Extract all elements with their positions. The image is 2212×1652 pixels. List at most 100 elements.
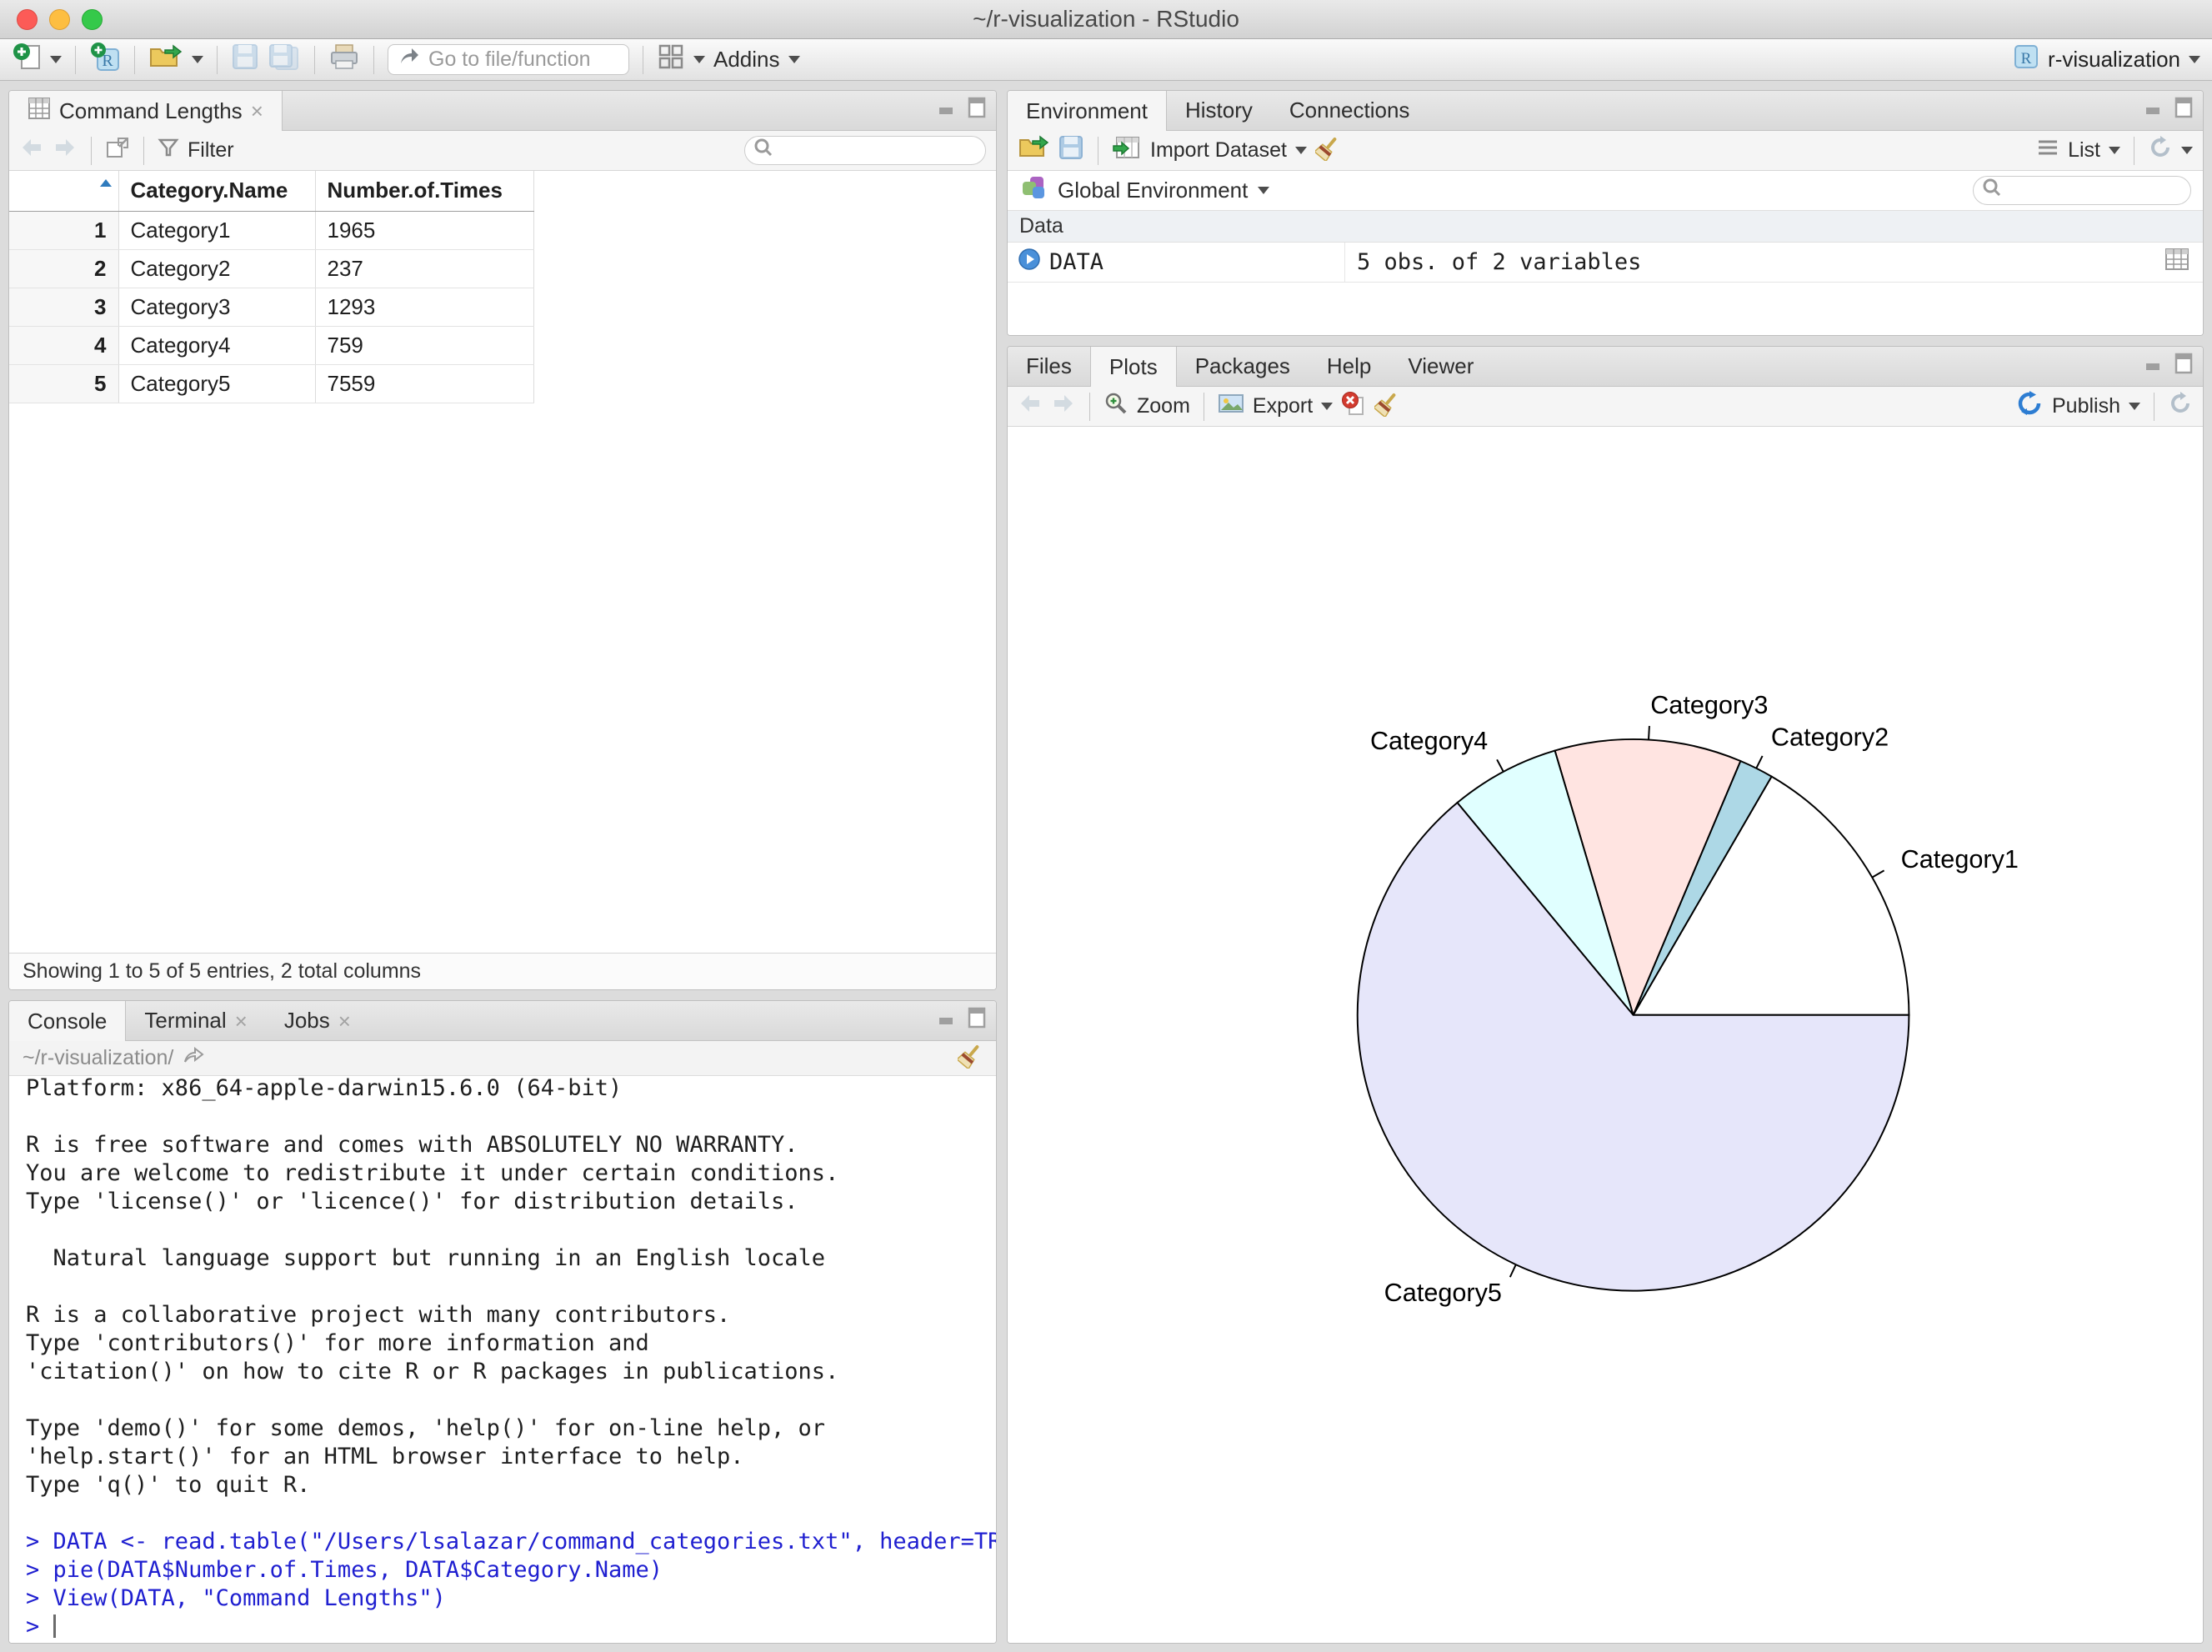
goto-file-input[interactable]: [428, 48, 612, 72]
forward-icon[interactable]: [53, 137, 78, 164]
environment-data-section-header: Data: [1008, 211, 2203, 243]
table-search-input[interactable]: [780, 138, 963, 163]
goto-file-search[interactable]: [388, 44, 629, 75]
console-output[interactable]: Platform: x86_64-apple-darwin15.6.0 (64-…: [9, 1076, 996, 1643]
zoom-plot-icon[interactable]: [1103, 391, 1129, 422]
environment-search-box[interactable]: [1973, 176, 2192, 205]
table-row[interactable]: 4 Category4 759: [9, 326, 534, 365]
new-file-icon[interactable]: [12, 42, 42, 78]
table-cell: 3: [9, 288, 119, 327]
new-project-icon[interactable]: R: [89, 41, 121, 78]
addins-button[interactable]: Addins: [713, 47, 780, 73]
close-window-button[interactable]: [17, 9, 38, 30]
clear-environment-icon[interactable]: [1313, 134, 1340, 167]
panes-layout-caret[interactable]: [693, 56, 705, 63]
pie-label: Category4: [1370, 727, 1488, 755]
maximize-pane-icon[interactable]: [2174, 353, 2193, 380]
expand-object-icon[interactable]: [1018, 248, 1041, 277]
maximize-pane-icon[interactable]: [2174, 97, 2193, 124]
search-icon: [1982, 178, 2002, 203]
tab-history[interactable]: History: [1167, 91, 1271, 130]
zoom-plot-button[interactable]: Zoom: [1137, 394, 1190, 418]
project-selector[interactable]: r-visualization: [2048, 47, 2180, 73]
print-icon[interactable]: [328, 42, 360, 78]
filter-icon[interactable]: [158, 137, 179, 164]
close-icon[interactable]: ×: [235, 1010, 248, 1032]
environment-scope-selector[interactable]: Global Environment: [1058, 178, 1248, 203]
environment-object-row[interactable]: DATA 5 obs. of 2 variables: [1008, 243, 2203, 283]
column-header-category-name[interactable]: Category.Name: [118, 171, 316, 212]
environment-search-input[interactable]: [2009, 178, 2192, 203]
back-icon[interactable]: [19, 137, 44, 164]
table-row[interactable]: 3 Category3 1293: [9, 288, 534, 327]
publish-button[interactable]: Publish: [2052, 394, 2120, 418]
close-icon[interactable]: ×: [251, 100, 263, 122]
tab-label: Plots: [1109, 353, 1158, 379]
save-all-icon[interactable]: [268, 43, 301, 77]
next-plot-icon[interactable]: [1051, 393, 1076, 420]
tab-environment[interactable]: Environment: [1008, 91, 1167, 131]
clear-console-icon[interactable]: [955, 1042, 983, 1074]
column-header-number-of-times[interactable]: Number.of.Times: [315, 171, 534, 212]
minimize-window-button[interactable]: [49, 9, 70, 30]
maximize-pane-icon[interactable]: [968, 97, 986, 124]
goto-directory-icon[interactable]: [182, 1045, 205, 1071]
minimize-pane-icon[interactable]: [938, 1008, 959, 1034]
panes-layout-icon[interactable]: [657, 43, 685, 77]
view-data-grid-icon[interactable]: [2164, 248, 2189, 277]
table-search-box[interactable]: [744, 136, 986, 165]
publish-icon[interactable]: [2017, 391, 2044, 422]
import-dataset-caret[interactable]: [1294, 147, 1307, 154]
list-view-caret[interactable]: [2109, 147, 2120, 154]
publish-caret[interactable]: [2129, 403, 2140, 410]
import-dataset-button[interactable]: Import Dataset: [1150, 138, 1287, 163]
tab-packages[interactable]: Packages: [1177, 347, 1309, 386]
working-directory: ~/r-visualization/: [23, 1046, 174, 1069]
tab-jobs[interactable]: Jobs ×: [266, 1001, 369, 1040]
tab-viewer[interactable]: Viewer: [1389, 347, 1492, 386]
export-plot-icon[interactable]: [1218, 392, 1244, 421]
remove-plot-icon[interactable]: [1341, 391, 1366, 422]
tab-command-lengths[interactable]: Command Lengths ×: [9, 91, 283, 131]
tab-connections[interactable]: Connections: [1271, 91, 1429, 130]
list-view-button[interactable]: List: [2068, 138, 2100, 163]
filter-button[interactable]: Filter: [188, 138, 234, 163]
goto-arrow-icon: [398, 47, 420, 73]
environment-tabstrip: Environment History Connections: [1008, 91, 2203, 131]
open-file-icon[interactable]: [148, 43, 183, 77]
tab-plots[interactable]: Plots: [1089, 347, 1177, 387]
clear-all-plots-icon[interactable]: [1373, 390, 1399, 423]
refresh-icon[interactable]: [2148, 135, 2173, 166]
tab-files[interactable]: Files: [1008, 347, 1090, 386]
tab-console[interactable]: Console: [9, 1001, 127, 1041]
export-plot-caret[interactable]: [1321, 403, 1334, 410]
table-row[interactable]: 2 Category2 237: [9, 249, 534, 288]
refresh-caret[interactable]: [2181, 147, 2193, 154]
row-number-header[interactable]: [9, 171, 119, 212]
new-file-caret[interactable]: [50, 56, 62, 63]
environment-scope-caret[interactable]: [1258, 187, 1270, 194]
save-icon[interactable]: [231, 43, 259, 77]
refresh-plot-icon[interactable]: [2168, 391, 2193, 422]
tab-terminal[interactable]: Terminal ×: [126, 1001, 265, 1040]
addins-caret[interactable]: [788, 56, 800, 63]
load-workspace-icon[interactable]: [1018, 134, 1049, 167]
table-row[interactable]: 5 Category5 7559: [9, 364, 534, 403]
minimize-pane-icon[interactable]: [938, 98, 959, 123]
zoom-window-button[interactable]: [82, 9, 103, 30]
minimize-pane-icon[interactable]: [2144, 98, 2166, 123]
save-workspace-icon[interactable]: [1058, 134, 1084, 167]
close-icon[interactable]: ×: [338, 1010, 351, 1032]
maximize-pane-icon[interactable]: [968, 1007, 986, 1034]
open-in-new-window-icon[interactable]: [105, 136, 130, 165]
open-recent-caret[interactable]: [192, 56, 203, 63]
list-view-icon[interactable]: [2036, 138, 2059, 163]
project-caret[interactable]: [2189, 56, 2200, 63]
import-dataset-icon[interactable]: [1112, 134, 1142, 167]
minimize-pane-icon[interactable]: [2144, 353, 2166, 379]
previous-plot-icon[interactable]: [1018, 393, 1043, 420]
export-plot-button[interactable]: Export: [1253, 394, 1313, 418]
table-row[interactable]: 1 Category1 1965: [9, 211, 534, 250]
tab-help[interactable]: Help: [1309, 347, 1389, 386]
